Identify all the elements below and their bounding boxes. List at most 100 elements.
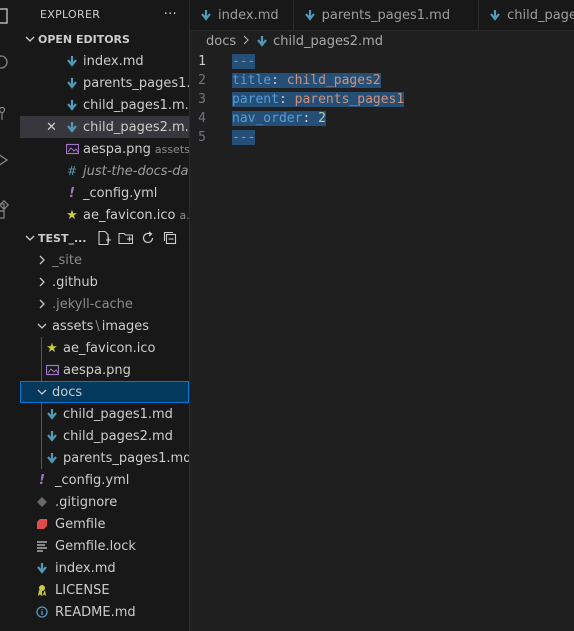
folder-row-expanded[interactable]: assets \ images — [20, 315, 189, 337]
extensions-icon[interactable] — [0, 199, 20, 220]
file-row[interactable]: ! _config.yml — [20, 469, 189, 491]
file-row[interactable]: .gitignore — [20, 491, 189, 513]
line-number: 2 — [198, 73, 206, 88]
indent-guide — [41, 337, 42, 359]
breadcrumb: docs child_pages2.md — [190, 30, 574, 52]
folder-row-selected[interactable]: docs — [20, 381, 189, 403]
file-row[interactable]: Gemfile — [20, 513, 189, 535]
open-editors-label: OPEN EDITORS — [38, 32, 130, 46]
indent-guide — [41, 403, 42, 425]
open-editor-desc: assets... — [154, 142, 189, 156]
file-row[interactable]: Gemfile.lock — [20, 535, 189, 557]
markdown-icon — [44, 430, 60, 442]
open-editor-item[interactable]: index.md — [20, 50, 189, 72]
file-row[interactable]: README.md — [20, 601, 189, 623]
yaml-key: parent — [232, 92, 279, 107]
folder-row[interactable]: .jekyll-cache — [20, 293, 189, 315]
close-icon[interactable]: ✕ — [46, 120, 57, 135]
line-number: 4 — [198, 111, 206, 126]
markdown-icon — [34, 562, 50, 574]
file-row[interactable]: aespa.png — [20, 359, 189, 381]
open-editor-item[interactable]: parents_pages1.... — [20, 72, 189, 94]
open-editor-item[interactable]: # just-the-docs-da... — [20, 160, 189, 182]
path-separator-icon: \ — [95, 318, 100, 334]
colon-separator: : — [302, 111, 319, 126]
tree-label: Gemfile — [55, 516, 106, 532]
file-row[interactable]: ★ ae_favicon.ico — [20, 337, 189, 359]
tree-label: _config.yml — [55, 472, 130, 488]
chevron-down-icon — [22, 233, 38, 243]
refresh-icon[interactable] — [140, 230, 156, 246]
open-editor-item[interactable]: ★ ae_favicon.ico a... — [20, 204, 189, 226]
project-header[interactable]: TEST_... — [20, 227, 189, 249]
new-file-icon[interactable] — [96, 230, 112, 246]
line-number: 5 — [198, 130, 206, 145]
open-editor-item-active[interactable]: ✕ child_pages2.m... — [20, 116, 189, 138]
open-editor-label: aespa.png — [83, 141, 151, 157]
tree-label: .gitignore — [55, 494, 118, 510]
tree-label: ae_favicon.ico — [63, 340, 156, 356]
open-editor-item[interactable]: ! _config.yml — [20, 182, 189, 204]
explorer-header: EXPLORER ··· — [20, 0, 189, 28]
file-row[interactable]: LICENSE — [20, 579, 189, 601]
tree-label: assets — [52, 318, 94, 334]
code-editor[interactable]: 1 --- 2 title: child_pages2 3 parent: pa… — [190, 52, 574, 631]
folder-row[interactable]: .github — [20, 271, 189, 293]
file-row[interactable]: child_pages2.md — [20, 425, 189, 447]
markdown-icon — [64, 77, 80, 89]
open-editor-desc: a... — [179, 208, 190, 222]
breadcrumb-folder[interactable]: docs — [206, 34, 236, 49]
tree-label: LICENSE — [55, 582, 110, 598]
search-icon[interactable] — [0, 52, 20, 72]
file-row[interactable]: parents_pages1.md — [20, 447, 189, 469]
markdown-icon — [44, 452, 60, 464]
run-debug-icon[interactable] — [0, 150, 20, 170]
chevron-down-icon — [34, 321, 50, 331]
new-folder-icon[interactable] — [118, 230, 134, 246]
markdown-icon — [304, 9, 316, 21]
folder-row[interactable]: _site — [20, 249, 189, 271]
indent-guide — [41, 425, 42, 447]
star-icon: ★ — [66, 207, 78, 223]
open-editor-item[interactable]: child_pages1.m... — [20, 94, 189, 116]
open-editor-label: ae_favicon.ico — [83, 207, 176, 223]
line-number: 1 — [198, 54, 206, 69]
explorer-files-icon[interactable] — [0, 6, 20, 26]
hash-icon: # — [66, 164, 78, 178]
lines-icon — [34, 540, 50, 552]
markdown-icon — [489, 9, 501, 21]
tree-label: .github — [52, 274, 98, 290]
open-editor-label: parents_pages1.... — [83, 75, 189, 91]
file-row[interactable]: child_pages1.md — [20, 403, 189, 425]
code-text: title: child_pages2 — [232, 73, 381, 88]
collapse-all-icon[interactable] — [162, 230, 178, 246]
explorer-sidebar: EXPLORER ··· OPEN EDITORS index.md paren… — [20, 0, 190, 631]
open-editor-item[interactable]: aespa.png assets... — [20, 138, 189, 160]
tree-label: docs — [52, 384, 83, 400]
tab-parents-pages1[interactable]: parents_pages1.md — [294, 0, 480, 30]
star-icon: ★ — [46, 340, 58, 356]
code-line: 2 title: child_pages2 — [190, 71, 574, 90]
indent-guide — [41, 447, 42, 469]
chevron-right-icon — [34, 255, 50, 265]
yaml-value: 2 — [318, 111, 326, 126]
markdown-icon — [44, 408, 60, 420]
breadcrumb-file[interactable]: child_pages2.md — [273, 34, 383, 49]
chevron-down-icon — [22, 34, 38, 44]
explorer-title: EXPLORER — [40, 7, 101, 21]
open-editors-header[interactable]: OPEN EDITORS — [20, 28, 189, 50]
tab-child-pages[interactable]: child_page — [479, 0, 574, 30]
chevron-down-icon — [34, 387, 50, 397]
more-actions-icon[interactable]: ··· — [164, 7, 177, 22]
markdown-icon — [200, 9, 212, 21]
source-control-icon[interactable] — [0, 102, 20, 122]
yaml-value: parents_pages1 — [294, 92, 405, 107]
git-icon — [34, 496, 50, 508]
tree-label: aespa.png — [63, 362, 131, 378]
image-icon — [44, 364, 60, 376]
code-line: 3 parent: parents_pages1 — [190, 90, 574, 109]
project-label: TEST_... — [38, 231, 87, 245]
colon-separator: : — [278, 92, 295, 107]
file-row[interactable]: index.md — [20, 557, 189, 579]
tab-index-md[interactable]: index.md — [190, 0, 294, 30]
